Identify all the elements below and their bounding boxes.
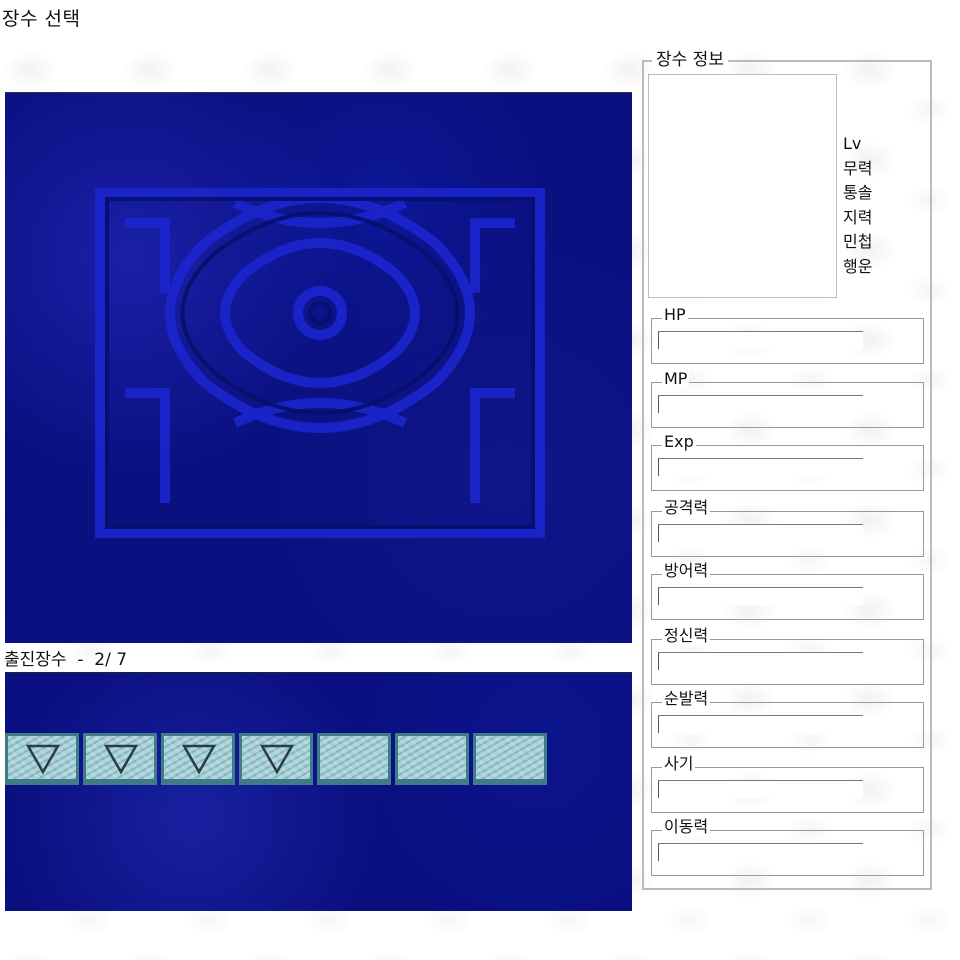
triangle-marker-icon	[104, 744, 138, 775]
stat-spirit: 정신력	[651, 627, 924, 685]
triangle-marker-icon	[182, 744, 216, 775]
stat-movement: 이동력	[651, 818, 924, 876]
general-info-title: 장수 정보	[652, 45, 728, 70]
roster-slot-1[interactable]	[5, 733, 79, 785]
stat-spirit-label: 정신력	[662, 626, 711, 645]
stat-hp: HP	[651, 306, 924, 364]
triangle-marker-icon	[260, 744, 294, 775]
stat-hp-label: HP	[662, 305, 688, 324]
roster-slot-5[interactable]	[317, 733, 391, 785]
stat-attack: 공격력	[651, 499, 924, 557]
roster-panel	[5, 672, 632, 911]
attr-luck: 행운	[843, 256, 873, 276]
window-title: 장수 선택	[2, 8, 81, 30]
portrait-frame	[648, 74, 837, 298]
stat-hp-bar	[658, 331, 863, 349]
roster-slot-row	[5, 733, 551, 791]
attr-intelligence: 지력	[843, 207, 873, 227]
roster-slot-2[interactable]	[83, 733, 157, 785]
stat-defense-label: 방어력	[662, 561, 711, 580]
roster-slot-6[interactable]	[395, 733, 469, 785]
ornament-emblem	[95, 188, 545, 538]
stat-reflex-label: 순발력	[662, 689, 711, 708]
roster-slot-3[interactable]	[161, 733, 235, 785]
stat-reflex: 순발력	[651, 690, 924, 748]
roster-slot-4[interactable]	[239, 733, 313, 785]
roster-slot-7[interactable]	[473, 733, 547, 785]
stat-morale-bar	[658, 780, 863, 798]
stat-mp: MP	[651, 370, 924, 428]
stat-morale: 사기	[651, 755, 924, 813]
stat-defense: 방어력	[651, 562, 924, 620]
stat-spirit-bar	[658, 652, 863, 670]
stat-morale-label: 사기	[662, 754, 696, 773]
stat-reflex-bar	[658, 715, 863, 733]
stat-exp-bar	[658, 458, 863, 476]
attr-strength: 무력	[843, 158, 873, 178]
stat-mp-label: MP	[662, 369, 690, 388]
stat-exp: Exp	[651, 433, 924, 491]
main-view	[5, 92, 632, 643]
stat-defense-bar	[658, 587, 863, 605]
attr-lv: Lv	[843, 134, 862, 153]
stat-movement-bar	[658, 843, 863, 861]
attr-leadership: 통솔	[843, 183, 873, 202]
triangle-marker-icon	[26, 744, 60, 775]
sortie-count-label: 출진장수 - 2/ 7	[4, 650, 128, 670]
stat-movement-label: 이동력	[662, 817, 711, 836]
stat-attack-label: 공격력	[662, 498, 711, 517]
stat-attack-bar	[658, 524, 863, 542]
stat-mp-bar	[658, 395, 863, 413]
attr-agility: 민첩	[843, 232, 873, 251]
stat-exp-label: Exp	[662, 432, 696, 451]
attribute-list: Lv 무력 통솔 지력 민첩 행운	[843, 132, 872, 279]
